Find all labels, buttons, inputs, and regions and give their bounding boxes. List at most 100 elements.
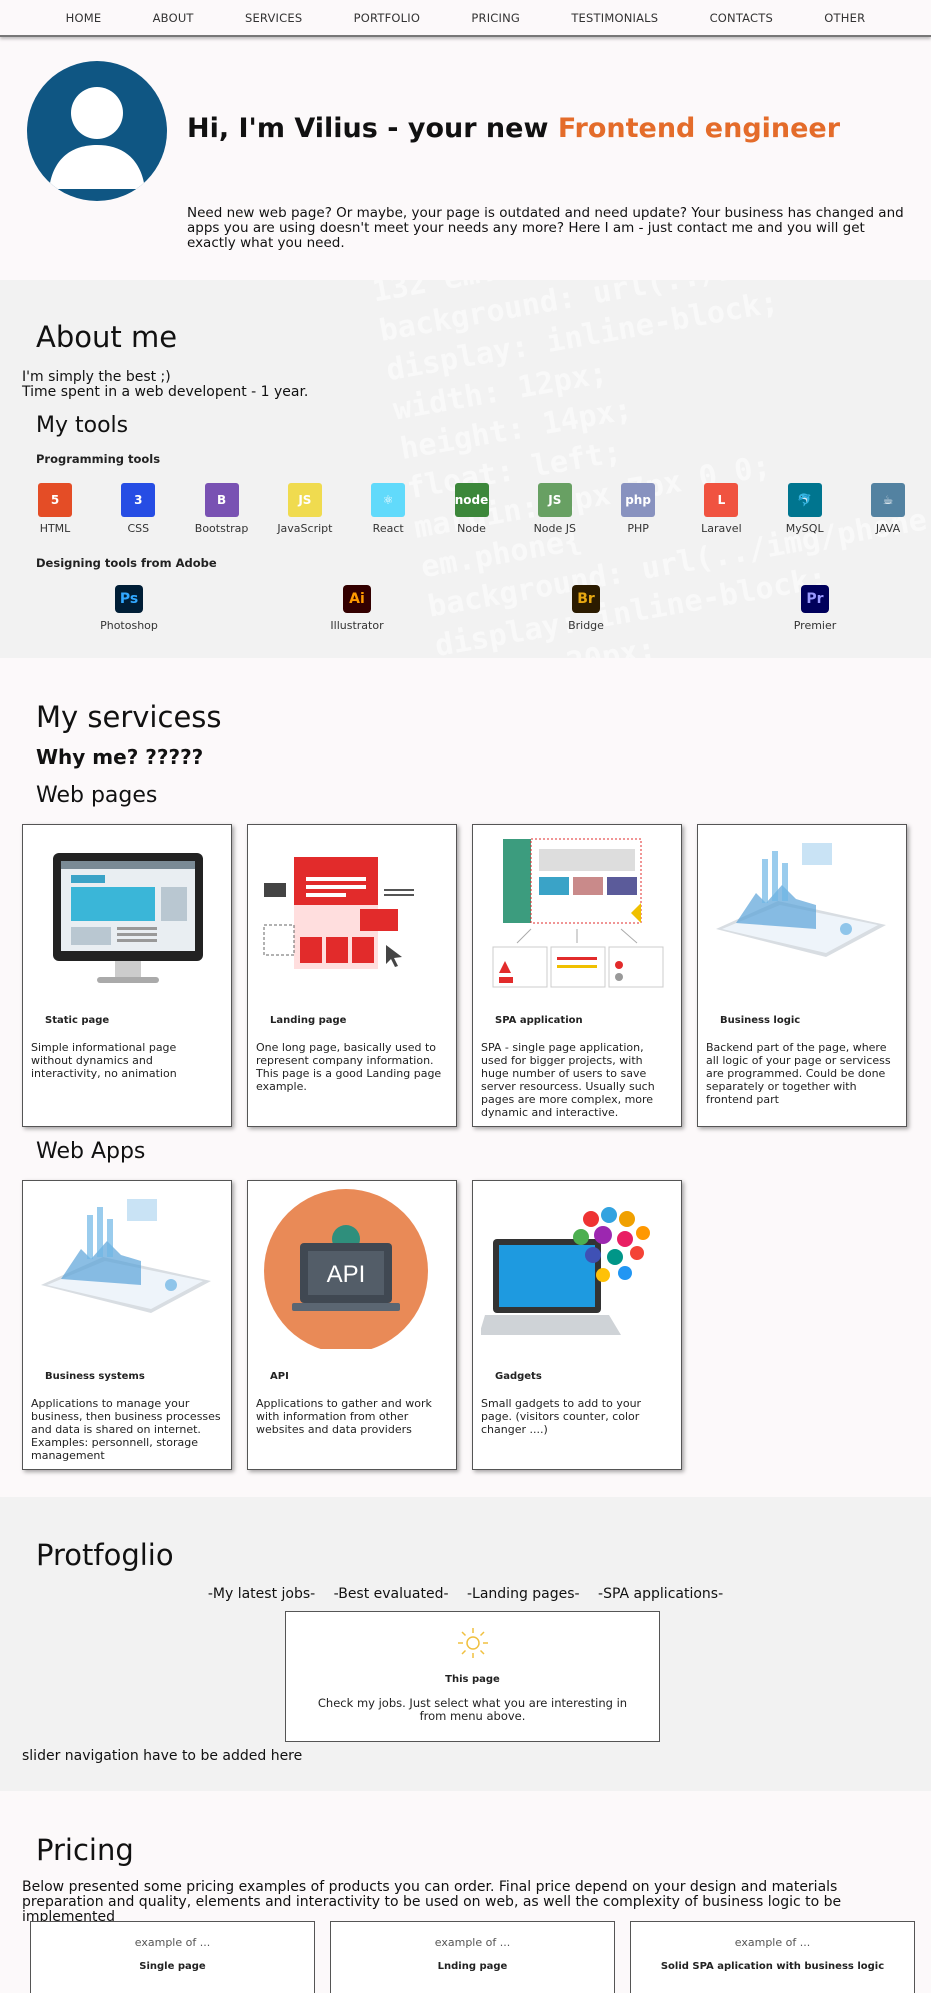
nav-other[interactable]: OTHER [824, 11, 865, 25]
tool-label: HTML [39, 522, 71, 535]
code-line: height: 14px; [397, 391, 635, 468]
tool-label: JAVA [875, 522, 901, 535]
node-js-icon: JS [537, 483, 572, 517]
about-line2: Time spent in a web developent - 1 year. [22, 384, 309, 400]
php-icon: php [621, 483, 656, 517]
app-card-business-systems[interactable]: Business systems Applications to manage … [22, 1180, 232, 1470]
sun-icon [457, 1628, 488, 1658]
service-card-business-logic[interactable]: Business logic Backend part of the page,… [697, 824, 907, 1127]
card-title: API [270, 1371, 289, 1382]
card-title: Lnding page [437, 1961, 508, 1972]
nav-testimonials[interactable]: TESTIMONIALS [571, 11, 658, 25]
tab-latest-jobs[interactable]: -My latest jobs- [208, 1586, 315, 1602]
page-title: Hi, I'm Vilius - your new Frontend engin… [187, 113, 840, 144]
nav-pricing[interactable]: PRICING [471, 11, 520, 25]
price-card-single[interactable]: example of ... Single page [30, 1921, 315, 1993]
card-title: Business systems [45, 1371, 145, 1382]
app-card-gadgets[interactable]: Gadgets Small gadgets to add to your pag… [472, 1180, 682, 1470]
tool-premier: Pr Premier [770, 585, 860, 632]
tool-illustrator: Ai Illustrator [312, 585, 402, 632]
card-description: Applications to manage your business, th… [31, 1397, 221, 1462]
portfolio-slide[interactable]: This page Check my jobs. Just select wha… [285, 1611, 660, 1742]
html-icon: 5 [38, 483, 72, 517]
tool-javascript: JS JavaScript [270, 483, 340, 535]
portfolio-title: Protfoglio [36, 1538, 174, 1572]
javascript-icon: JS [287, 483, 322, 517]
top-navigation: HOME ABOUT SERVICES PORTFOLIO PRICING TE… [0, 0, 931, 37]
code-line: background: url(../img/ [376, 280, 792, 349]
price-card-landing[interactable]: example of ... Lnding page [330, 1921, 615, 1993]
service-card-spa[interactable]: SPA application SPA - single page applic… [472, 824, 682, 1127]
tool-label: React [372, 522, 404, 535]
title-main: Hi, I'm Vilius - your new [187, 113, 558, 144]
laptop-apps-illustration-icon [481, 1207, 650, 1335]
java-icon: ☕ [871, 483, 905, 517]
tab-spa-applications[interactable]: -SPA applications- [598, 1586, 723, 1602]
card-title: SPA application [495, 1015, 583, 1026]
nav-home[interactable]: HOME [66, 11, 102, 25]
tool-label: Node JS [533, 522, 577, 535]
pricing-title: Pricing [36, 1833, 134, 1867]
card-description: Backend part of the page, where all logi… [706, 1041, 891, 1106]
tool-bridge: Br Bridge [541, 585, 631, 632]
tool-mysql: 🐬 MySQL [770, 483, 840, 535]
tab-landing-pages[interactable]: -Landing pages- [467, 1586, 580, 1602]
design-tools-title: Designing tools from Adobe [36, 556, 217, 570]
card-title: Business logic [720, 1015, 801, 1026]
tool-label: Illustrator [330, 619, 384, 632]
card-description: Applications to gather and work with inf… [256, 1397, 432, 1436]
svg-text:API: API [327, 1261, 366, 1288]
css-icon: 3 [121, 483, 156, 517]
app-card-api[interactable]: API API Applications to gather and work … [247, 1180, 457, 1470]
web-pages-title: Web pages [36, 783, 158, 808]
card-title: Static page [45, 1015, 110, 1026]
react-icon: ⚛ [371, 483, 406, 517]
tool-node-js: JS Node JS [520, 483, 590, 535]
card-description: Simple informational page without dynami… [31, 1041, 177, 1080]
code-line: width: 12px; [390, 355, 611, 428]
bootstrap-icon: B [204, 483, 239, 517]
card-title: Landing page [270, 1015, 347, 1026]
service-card-landing[interactable]: Landing page One long page, basically us… [247, 824, 457, 1127]
services-title: My servicess [36, 700, 222, 734]
pricing-intro: Below presented some pricing examples of… [22, 1879, 842, 1925]
card-description: SPA - single page application, used for … [481, 1041, 655, 1119]
user-silhouette-icon [49, 87, 145, 189]
broken-image-alt: example of ... [734, 1936, 811, 1949]
tool-label: JavaScript [277, 522, 333, 535]
avatar [27, 61, 167, 201]
card-title: Gadgets [495, 1371, 542, 1382]
nav-contacts[interactable]: CONTACTS [710, 11, 773, 25]
programming-tools-title: Programming tools [36, 452, 161, 466]
illustrator-icon: Ai [343, 585, 371, 613]
card-description: One long page, basically used to represe… [256, 1041, 442, 1093]
price-card-spa[interactable]: example of ... Solid SPA aplication with… [630, 1921, 915, 1993]
web-apps-title: Web Apps [36, 1139, 146, 1164]
laravel-icon: L [704, 483, 739, 517]
slide-title: This page [445, 1674, 500, 1685]
nav-services[interactable]: SERVICES [245, 11, 302, 25]
tab-best-evaluated[interactable]: -Best evaluated- [334, 1586, 449, 1602]
tool-css: 3 CSS [103, 483, 173, 535]
why-me-title: Why me? ????? [36, 745, 204, 769]
about-line1: I'm simply the best ;) [22, 369, 171, 385]
title-accent: Frontend engineer [557, 113, 841, 144]
tool-label: Laravel [701, 522, 742, 535]
tool-react: ⚛ React [353, 483, 423, 535]
spa-illustration-icon [492, 838, 664, 988]
tool-java: ☕ JAVA [853, 483, 923, 535]
tool-label: Bootstrap [194, 522, 249, 535]
card-description: Small gadgets to add to your page. (visi… [481, 1397, 642, 1436]
card-title: Solid SPA aplication with business logic [660, 1961, 885, 1972]
about-title: About me [36, 320, 178, 354]
premier-icon: Pr [801, 585, 829, 613]
nav-portfolio[interactable]: PORTFOLIO [354, 11, 420, 25]
service-card-static[interactable]: Static page Simple informational page wi… [22, 824, 232, 1127]
mysql-icon: 🐬 [787, 483, 822, 517]
bridge-icon: Br [572, 585, 600, 613]
node-icon: node [454, 483, 489, 517]
tool-label: CSS [127, 522, 150, 535]
tool-photoshop: Ps Photoshop [84, 585, 174, 632]
nav-about[interactable]: ABOUT [153, 11, 194, 25]
photoshop-icon: Ps [115, 585, 143, 613]
